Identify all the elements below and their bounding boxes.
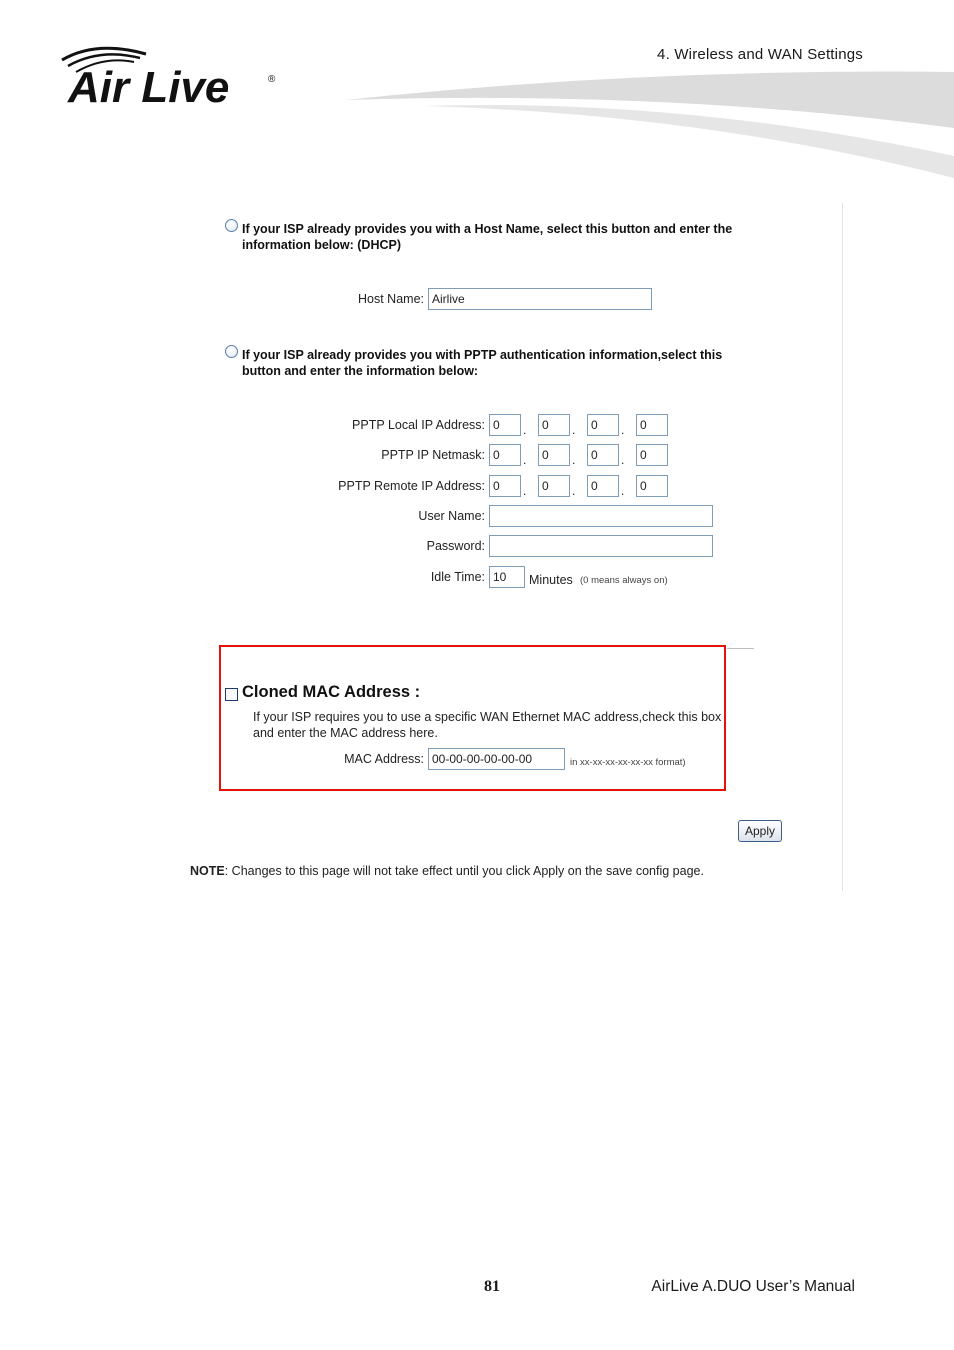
pptp-local-ip-octet-1[interactable]: 0 bbox=[489, 414, 521, 436]
ip-separator: . bbox=[621, 423, 625, 437]
mac-address-label: MAC Address: bbox=[344, 752, 424, 766]
note-text: NOTE: Changes to this page will not take… bbox=[190, 864, 704, 878]
pptp-remote-ip-octet-1[interactable]: 0 bbox=[489, 475, 521, 497]
idle-time-input[interactable]: 10 bbox=[489, 566, 525, 588]
logo-text: Air Live bbox=[67, 63, 229, 112]
pptp-netmask-label: PPTP IP Netmask: bbox=[381, 448, 485, 462]
page-number: 81 bbox=[484, 1278, 500, 1295]
pptp-netmask-octet-2[interactable]: 0 bbox=[538, 444, 570, 466]
note-prefix: NOTE bbox=[190, 864, 225, 878]
ip-separator: . bbox=[523, 484, 527, 498]
pptp-local-ip-label: PPTP Local IP Address: bbox=[352, 418, 485, 432]
apply-button[interactable]: Apply bbox=[738, 820, 782, 842]
ip-separator: . bbox=[572, 453, 576, 467]
note-body: : Changes to this page will not take eff… bbox=[224, 864, 704, 878]
pptp-radio[interactable] bbox=[225, 345, 238, 358]
manual-title: AirLive A.DUO User’s Manual bbox=[651, 1278, 855, 1295]
pptp-description: If your ISP already provides you with PP… bbox=[242, 348, 723, 378]
password-input[interactable] bbox=[489, 535, 713, 557]
panel-right-border bbox=[842, 203, 843, 891]
dhcp-description: If your ISP already provides you with a … bbox=[242, 222, 733, 252]
mac-format-hint: in xx-xx-xx-xx-xx-xx format) bbox=[570, 757, 686, 768]
pptp-netmask-octet-4[interactable]: 0 bbox=[636, 444, 668, 466]
chapter-title: 4. Wireless and WAN Settings bbox=[657, 46, 863, 63]
cloned-mac-description: If your ISP requires you to use a specif… bbox=[253, 710, 722, 740]
pptp-remote-ip-octet-2[interactable]: 0 bbox=[538, 475, 570, 497]
cloned-mac-title: Cloned MAC Address : bbox=[242, 683, 421, 701]
pptp-remote-ip-octet-3[interactable]: 0 bbox=[587, 475, 619, 497]
pptp-local-ip-octet-2[interactable]: 0 bbox=[538, 414, 570, 436]
cloned-mac-checkbox[interactable] bbox=[225, 688, 238, 701]
idle-time-hint: (0 means always on) bbox=[580, 575, 668, 586]
pptp-netmask-octet-1[interactable]: 0 bbox=[489, 444, 521, 466]
idle-time-label: Idle Time: bbox=[430, 570, 485, 584]
ip-separator: . bbox=[621, 484, 625, 498]
section-divider bbox=[727, 648, 754, 649]
pptp-local-ip-octet-3[interactable]: 0 bbox=[587, 414, 619, 436]
dhcp-radio[interactable] bbox=[225, 219, 238, 232]
idle-time-unit: Minutes bbox=[529, 573, 573, 587]
host-name-input[interactable]: Airlive bbox=[428, 288, 652, 310]
ip-separator: . bbox=[523, 423, 527, 437]
host-name-label: Host Name: bbox=[358, 292, 424, 306]
user-name-label: User Name: bbox=[418, 509, 485, 523]
ip-separator: . bbox=[523, 453, 527, 467]
header-swoosh-graphic bbox=[345, 68, 954, 180]
ip-separator: . bbox=[572, 484, 576, 498]
ip-separator: . bbox=[572, 423, 576, 437]
user-name-input[interactable] bbox=[489, 505, 713, 527]
pptp-local-ip-octet-4[interactable]: 0 bbox=[636, 414, 668, 436]
logo-registered-mark: ® bbox=[268, 74, 276, 85]
ip-separator: . bbox=[621, 453, 625, 467]
airlive-logo: Air Live ® bbox=[56, 42, 284, 112]
mac-address-input[interactable]: 00-00-00-00-00-00 bbox=[428, 748, 565, 770]
password-label: Password: bbox=[426, 539, 485, 553]
pptp-remote-ip-octet-4[interactable]: 0 bbox=[636, 475, 668, 497]
pptp-netmask-octet-3[interactable]: 0 bbox=[587, 444, 619, 466]
pptp-remote-ip-label: PPTP Remote IP Address: bbox=[338, 479, 485, 493]
